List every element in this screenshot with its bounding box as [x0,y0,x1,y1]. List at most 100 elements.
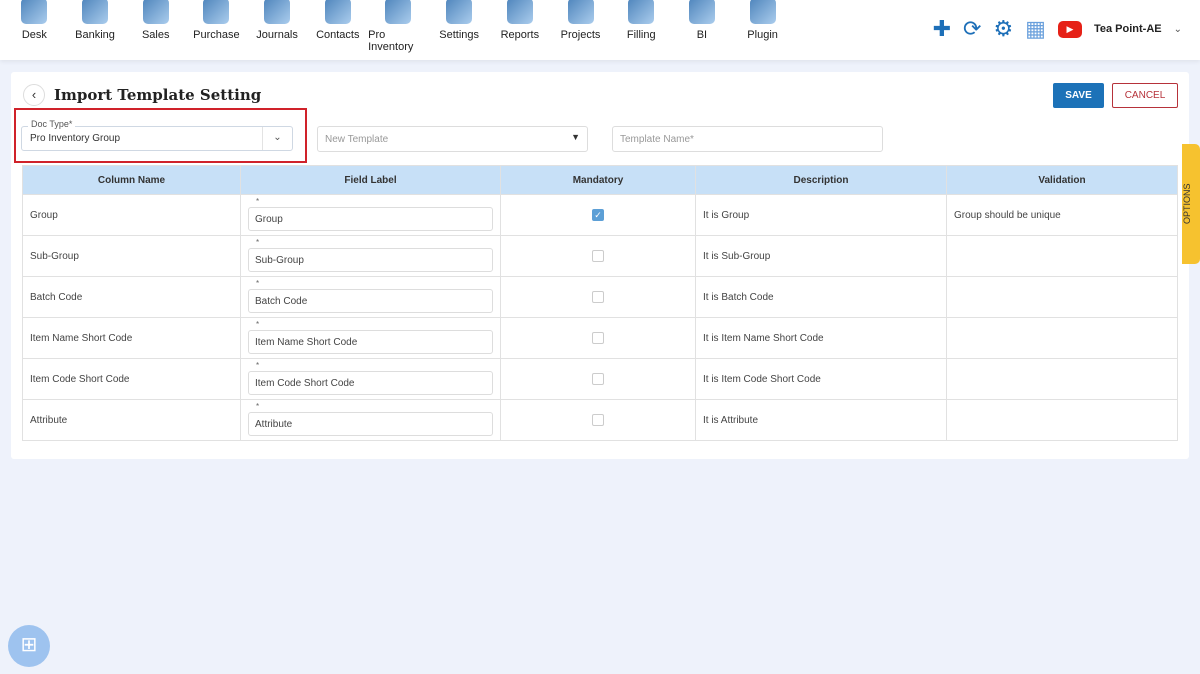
module-icon [264,0,291,24]
column-name: Batch Code [22,276,241,318]
top-nav: Desk Banking Sales Purchase Journals Contacts… [0,0,1200,60]
nav-item[interactable]: Plugin [732,0,793,60]
column-name: Attribute [22,399,241,441]
nav-label: Banking [75,29,115,41]
description: It is Item Code Short Code [695,358,947,400]
module-nav: Desk Banking Sales Purchase Journals Contacts… [4,0,793,60]
module-icon [82,0,109,24]
add-icon[interactable]: ✚ [933,16,951,42]
nav-label: BI [696,29,708,41]
module-icon [385,0,412,24]
table-row: Group Group ✓ It is Group Group should b… [22,194,1178,236]
field-label-input[interactable]: Batch Code [248,279,493,313]
field-label-input[interactable]: Attribute [248,402,493,436]
nav-label: Sales [141,29,170,41]
options-tab[interactable]: OPTIONS [1182,144,1200,264]
module-icon [688,0,715,24]
description: It is Batch Code [695,276,947,318]
validation [946,235,1178,277]
gear-icon[interactable]: ⚙ [993,16,1013,42]
nav-item[interactable]: Contacts [307,0,368,60]
module-icon [506,0,533,24]
nav-item[interactable]: Projects [550,0,611,60]
table-row: Item Name Short Code Item Name Short Cod… [22,317,1178,359]
nav-item[interactable]: Purchase [186,0,247,60]
template-placeholder: New Template [325,134,389,145]
youtube-icon[interactable]: ▶ [1057,20,1082,38]
description: It is Attribute [695,399,947,441]
table-row: Batch Code Batch Code It is Batch Code [22,276,1178,318]
nav-item[interactable]: Pro Inventory [368,0,429,60]
description: It is Item Name Short Code [695,317,947,359]
calculator-icon[interactable]: ▦ [1025,16,1046,42]
caret-down-icon: ▼ [571,132,580,142]
doc-type-value: Pro Inventory Group [30,133,121,144]
company-name[interactable]: Tea Point-AE [1094,23,1162,35]
nav-label: Pro Inventory [368,29,414,53]
module-icon [749,0,776,24]
module-icon [446,0,473,24]
import-template-card: ‹ Import Template Setting SAVE CANCEL Do… [11,72,1189,459]
doc-type-label: Doc Type* [28,119,76,129]
module-icon [324,0,351,24]
validation: Group should be unique [946,194,1178,236]
top-right-tools: ✚ ⟳ ⚙ ▦ ▶ Tea Point-AE ⌄ [933,16,1182,42]
nav-item[interactable]: Desk [4,0,65,60]
nav-label: Reports [500,29,540,41]
save-button[interactable]: SAVE [1053,83,1104,108]
field-label-input[interactable]: Sub-Group [248,238,493,272]
cancel-button[interactable]: CANCEL [1112,83,1178,108]
doc-type-select[interactable]: Doc Type* Pro Inventory Group ⌄ [21,119,293,151]
template-name-placeholder: Template Name* [620,134,694,145]
back-button[interactable]: ‹ [23,84,45,106]
column-name: Group [22,194,241,236]
nav-item[interactable]: Settings [429,0,490,60]
page-title: Import Template Setting [54,86,262,104]
mandatory-checkbox[interactable] [592,291,604,303]
header-column-name: Column Name [22,165,241,195]
template-name-input[interactable]: Template Name* [612,126,883,152]
chevron-down-icon[interactable]: ⌄ [262,127,292,150]
mandatory-checkbox[interactable] [592,250,604,262]
nav-item[interactable]: Journals [247,0,308,60]
validation [946,317,1178,359]
nav-label: Journals [256,29,298,41]
mandatory-checkbox[interactable]: ✓ [592,209,604,221]
module-icon [203,0,230,24]
module-icon [142,0,169,24]
nav-label: Plugin [747,29,778,41]
mandatory-checkbox[interactable] [592,414,604,426]
module-icon [21,0,48,24]
column-name: Item Name Short Code [22,317,241,359]
nav-item[interactable]: Sales [125,0,186,60]
nav-label: Projects [560,29,601,41]
validation [946,358,1178,400]
template-table: Column Name Field Label Mandatory Descri… [22,165,1178,441]
column-name: Item Code Short Code [22,358,241,400]
nav-item[interactable]: Filling [611,0,672,60]
chevron-down-icon[interactable]: ⌄ [1174,24,1182,35]
table-row: Item Code Short Code Item Code Short Cod… [22,358,1178,400]
bank-sync-icon[interactable]: ⟳ [963,16,981,42]
module-icon [567,0,594,24]
module-icon [628,0,655,24]
table-row: Sub-Group Sub-Group It is Sub-Group [22,235,1178,277]
nav-label: Desk [21,29,47,41]
nav-label: Purchase [193,29,240,41]
apps-grid-button[interactable]: ⊞ [8,625,50,667]
mandatory-checkbox[interactable] [592,373,604,385]
description: It is Group [695,194,947,236]
validation [946,276,1178,318]
mandatory-checkbox[interactable] [592,332,604,344]
template-select[interactable]: New Template ▼ [317,126,588,152]
nav-item[interactable]: Reports [490,0,551,60]
field-label-input[interactable]: Item Code Short Code [248,361,493,395]
header-field-label: Field Label [240,165,501,195]
nav-label: Settings [439,29,480,41]
field-label-input[interactable]: Item Name Short Code [248,320,493,354]
header-description: Description [695,165,947,195]
nav-item[interactable]: BI [672,0,733,60]
field-label-input[interactable]: Group [248,197,493,231]
nav-item[interactable]: Banking [65,0,126,60]
validation [946,399,1178,441]
